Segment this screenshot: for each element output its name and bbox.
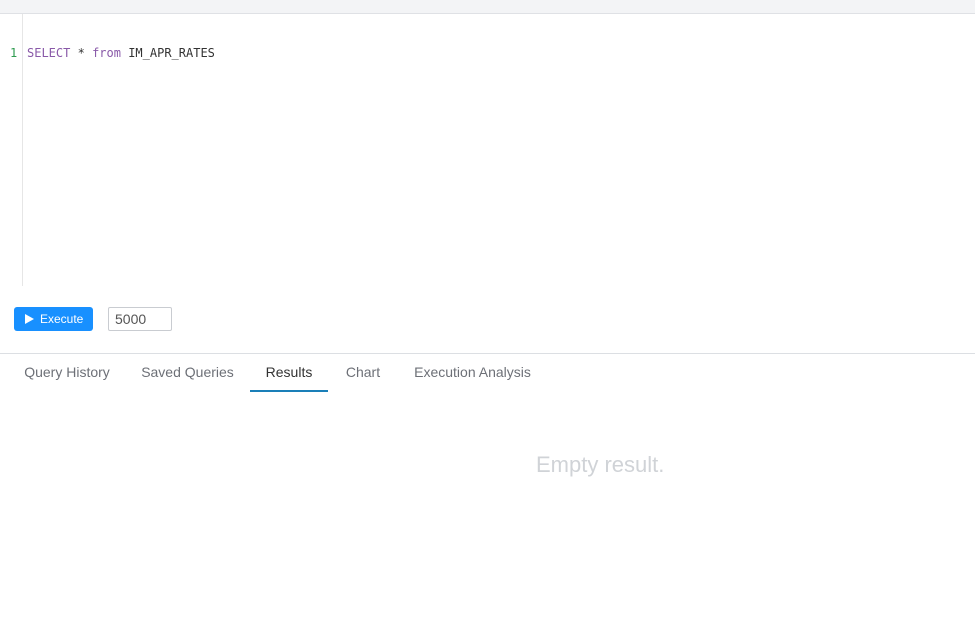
tab-label: Saved Queries xyxy=(141,364,234,380)
tab-label: Results xyxy=(265,364,313,380)
tab-chart[interactable]: Chart xyxy=(336,354,390,391)
line-number: 1 xyxy=(10,46,18,60)
tab-results[interactable]: Results xyxy=(250,354,328,392)
sql-table-name: IM_APR_RATES xyxy=(128,46,215,60)
execute-button[interactable]: Execute xyxy=(14,307,93,331)
code-line[interactable]: SELECT * from IM_APR_RATES xyxy=(27,46,215,60)
row-limit-input[interactable] xyxy=(108,307,172,331)
tab-label: Execution Analysis xyxy=(414,364,531,380)
empty-result-message: Empty result. xyxy=(536,452,665,477)
play-icon xyxy=(25,314,34,324)
top-bar xyxy=(0,0,975,14)
editor-gutter: 1 xyxy=(0,14,23,286)
sql-star: * xyxy=(77,46,85,60)
tab-query-history[interactable]: Query History xyxy=(15,354,119,391)
tab-label: Chart xyxy=(345,364,381,380)
tab-execution-analysis[interactable]: Execution Analysis xyxy=(404,354,541,391)
tab-label: Query History xyxy=(24,364,110,380)
results-tabs: Query History Saved Queries Results Char… xyxy=(0,354,975,392)
sql-editor[interactable]: 1 SELECT * from IM_APR_RATES xyxy=(0,14,975,286)
tab-saved-queries[interactable]: Saved Queries xyxy=(133,354,242,391)
execute-button-label: Execute xyxy=(40,312,84,326)
sql-keyword-from: from xyxy=(92,46,121,60)
sql-keyword-select: SELECT xyxy=(27,46,71,60)
